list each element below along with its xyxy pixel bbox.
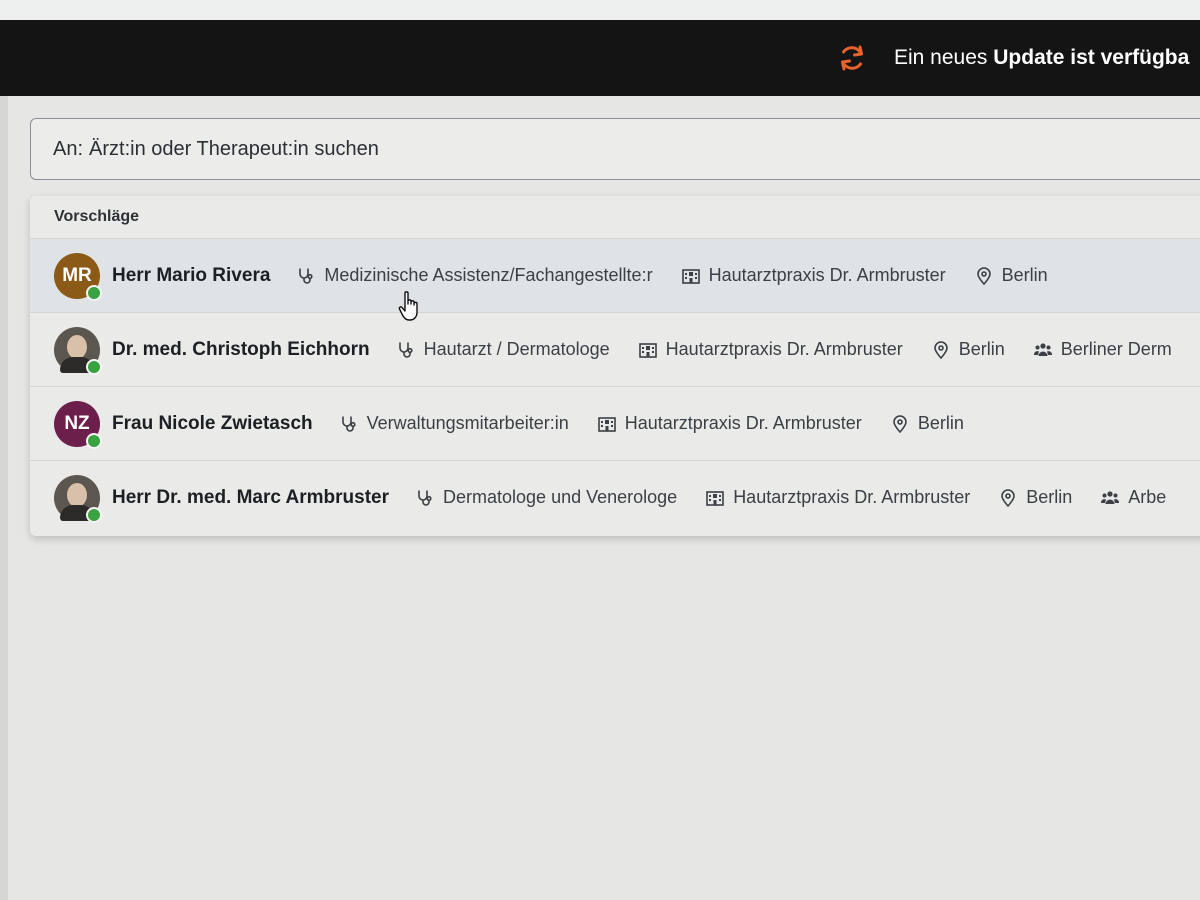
contact-name: Dr. med. Christoph Eichhorn [112,338,370,360]
contact-practice-text: Hautarztpraxis Dr. Armbruster [624,413,862,433]
contact-practice-text: Hautarztpraxis Dr. Armbruster [708,265,946,285]
avatar: NZ [54,400,102,449]
contact-group: Arbe [1100,487,1166,508]
contact-role: Verwaltungsmitarbeiter:in [339,413,569,434]
stethoscope-icon [341,415,356,432]
contact-group-text: Arbe [1128,487,1167,507]
refresh-icon[interactable] [836,42,868,74]
update-banner-content[interactable]: Ein neues Update ist verfügba [836,20,1189,96]
avatar-face [67,482,87,507]
location-pin-icon [1001,488,1016,507]
building-icon [638,342,657,358]
online-status-dot [86,284,102,301]
building-icon [597,416,616,432]
suggestion-row[interactable]: MR Herr Mario Rivera Medizinische Assist… [30,238,1200,312]
location-pin-icon [933,340,948,359]
contact-city-text: Berlin [1026,487,1073,507]
suggestion-row[interactable]: Herr Dr. med. Marc Armbruster Dermatolog… [30,460,1200,534]
contact-practice: Hautarztpraxis Dr. Armbruster [597,413,862,434]
update-banner[interactable]: Ein neues Update ist verfügba [0,20,1200,96]
stethoscope-icon [418,489,432,506]
stethoscope-icon [398,341,413,358]
online-status-dot [86,358,102,375]
avatar-face [67,334,87,359]
avatar-photo [54,474,102,523]
recipient-search-input[interactable] [83,137,690,161]
hand-cursor-icon [398,291,418,321]
contact-role-text: Verwaltungsmitarbeiter:in [366,413,569,433]
contact-name: Herr Dr. med. Marc Armbruster [112,486,390,508]
contact-city-text: Berlin [1001,265,1048,285]
contact-city: Berlin [931,339,1005,360]
contact-group: Berliner Derm [1033,339,1172,360]
contact-role-text: Dermatologe und Venerologe [443,487,678,507]
contact-role-text: Hautarzt / Dermatologe [423,339,610,359]
update-message[interactable]: Ein neues Update ist verfügba [894,46,1189,70]
recipient-label: An: [53,137,84,160]
stethoscope-icon [299,267,314,284]
users-icon [1101,490,1120,504]
contact-name: Frau Nicole Zwietasch [112,412,313,434]
users-icon [1033,342,1052,356]
contact-practice: Hautarztpraxis Dr. Armbruster [705,487,970,508]
contact-practice-text: Hautarztpraxis Dr. Armbruster [733,487,971,507]
building-icon [681,268,700,284]
contact-city: Berlin [998,487,1072,508]
recipient-search-box[interactable]: An: [30,118,1200,180]
suggestions-panel: Vorschläge MR Herr Mario Rivera Medizini… [30,196,1200,536]
avatar: MR [54,252,102,301]
suggestions-header: Vorschläge [54,208,140,225]
contact-city-text: Berlin [917,413,964,433]
update-message-prefix: Ein neues [894,46,988,69]
contact-role: Dermatologe und Venerologe [415,487,677,508]
update-message-bold: Update ist verfügba [993,46,1190,69]
contact-practice-text: Hautarztpraxis Dr. Armbruster [665,339,903,359]
building-icon [706,490,724,506]
contact-role-text: Medizinische Assistenz/Fachangestellte:r [324,265,653,285]
contact-city-text: Berlin [958,339,1005,359]
location-pin-icon [893,414,907,433]
online-status-dot [86,506,102,523]
avatar-photo [54,326,102,375]
contact-role: Medizinische Assistenz/Fachangestellte:r [296,265,653,286]
contact-practice: Hautarztpraxis Dr. Armbruster [638,339,903,360]
left-edge-divider [0,96,8,900]
suggestion-row[interactable]: Dr. med. Christoph Eichhorn Hautarzt / D… [30,312,1200,386]
contact-city: Berlin [890,413,964,434]
contact-name: Herr Mario Rivera [112,264,271,286]
contact-city: Berlin [974,265,1048,286]
location-pin-icon [976,266,991,285]
avatar-initials: MR [62,264,92,286]
avatar-initials: NZ [64,412,90,434]
contact-group-text: Berliner Derm [1060,339,1172,359]
suggestion-row[interactable]: NZ Frau Nicole Zwietasch Verwaltungsmita… [30,386,1200,460]
online-status-dot [86,432,102,449]
contact-practice: Hautarztpraxis Dr. Armbruster [681,265,946,286]
contact-role: Hautarzt / Dermatologe [396,339,610,360]
